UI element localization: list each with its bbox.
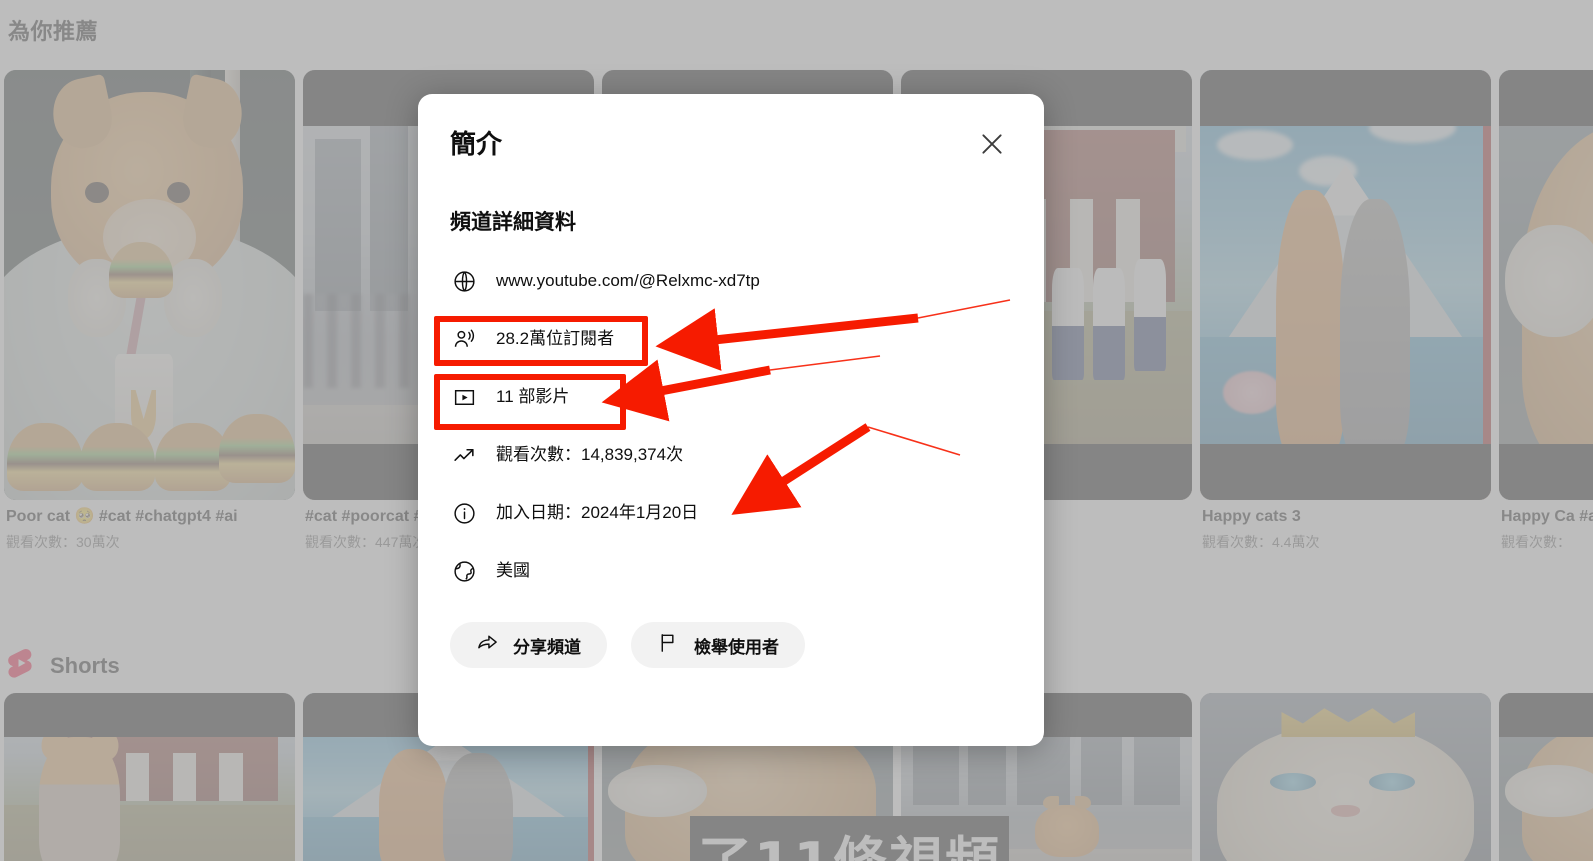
detail-row-country: 美國 — [450, 542, 1012, 600]
dialog-title: 簡介 — [450, 129, 503, 159]
report-user-button[interactable]: 檢舉使用者 — [631, 622, 805, 668]
detail-row-url[interactable]: www.youtube.com/@Relxmc-xd7tp — [450, 252, 1012, 310]
share-icon — [476, 631, 499, 659]
detail-row-subscribers: 28.2萬位訂閱者 — [450, 310, 1012, 368]
globe-earth-icon — [450, 557, 478, 585]
channel-details-list: www.youtube.com/@Relxmc-xd7tp 28.2萬位訂閱者 — [418, 236, 1044, 600]
share-channel-button[interactable]: 分享頻道 — [450, 622, 607, 668]
detail-videos-text: 11 部影片 — [496, 386, 570, 406]
trending-icon — [450, 441, 478, 469]
detail-row-videos: 11 部影片 — [450, 368, 1012, 426]
detail-subscribers-text: 28.2萬位訂閱者 — [496, 328, 615, 348]
screen-root: 為你推薦 — [0, 0, 1593, 861]
detail-join-date-text: 加入日期：2024年1月20日 — [496, 502, 699, 522]
dialog-header: 簡介 — [418, 94, 1044, 164]
channel-details-heading: 頻道詳細資料 — [450, 211, 576, 234]
close-icon[interactable] — [972, 124, 1012, 164]
dialog-actions: 分享頻道 檢舉使用者 — [418, 600, 1044, 668]
detail-url-text[interactable]: www.youtube.com/@Relxmc-xd7tp — [496, 271, 760, 291]
channel-about-dialog: 簡介 頻道詳細資料 www.youtube.com/@Relxmc-xd7tp — [418, 94, 1044, 746]
detail-row-join-date: 加入日期：2024年1月20日 — [450, 484, 1012, 542]
share-channel-label: 分享頻道 — [513, 637, 581, 657]
globe-icon — [450, 267, 478, 295]
detail-country-text: 美國 — [496, 560, 530, 580]
subscribers-icon — [450, 325, 478, 353]
info-icon — [450, 499, 478, 527]
report-user-label: 檢舉使用者 — [694, 637, 779, 657]
flag-icon — [657, 631, 680, 659]
detail-row-views: 觀看次數：14,839,374次 — [450, 426, 1012, 484]
video-icon — [450, 383, 478, 411]
detail-views-text: 觀看次數：14,839,374次 — [496, 444, 684, 464]
